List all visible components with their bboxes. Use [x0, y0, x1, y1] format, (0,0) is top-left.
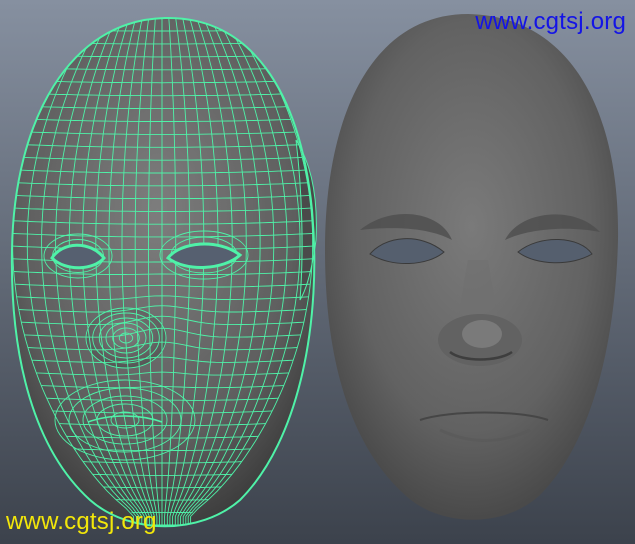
- left-mesh-wireframe-model: [10, 16, 317, 528]
- watermark-bottom: www.cgtsj.org: [6, 508, 157, 535]
- viewport[interactable]: www.cgtsj.org www.cgtsj.org: [0, 0, 635, 544]
- watermark-top: www.cgtsj.org: [475, 8, 626, 35]
- wire-edge-horizontal: [70, 42, 254, 45]
- viewport-scene: [0, 0, 635, 544]
- right-nose-highlight: [462, 320, 502, 348]
- right-shaded-model: [325, 14, 619, 520]
